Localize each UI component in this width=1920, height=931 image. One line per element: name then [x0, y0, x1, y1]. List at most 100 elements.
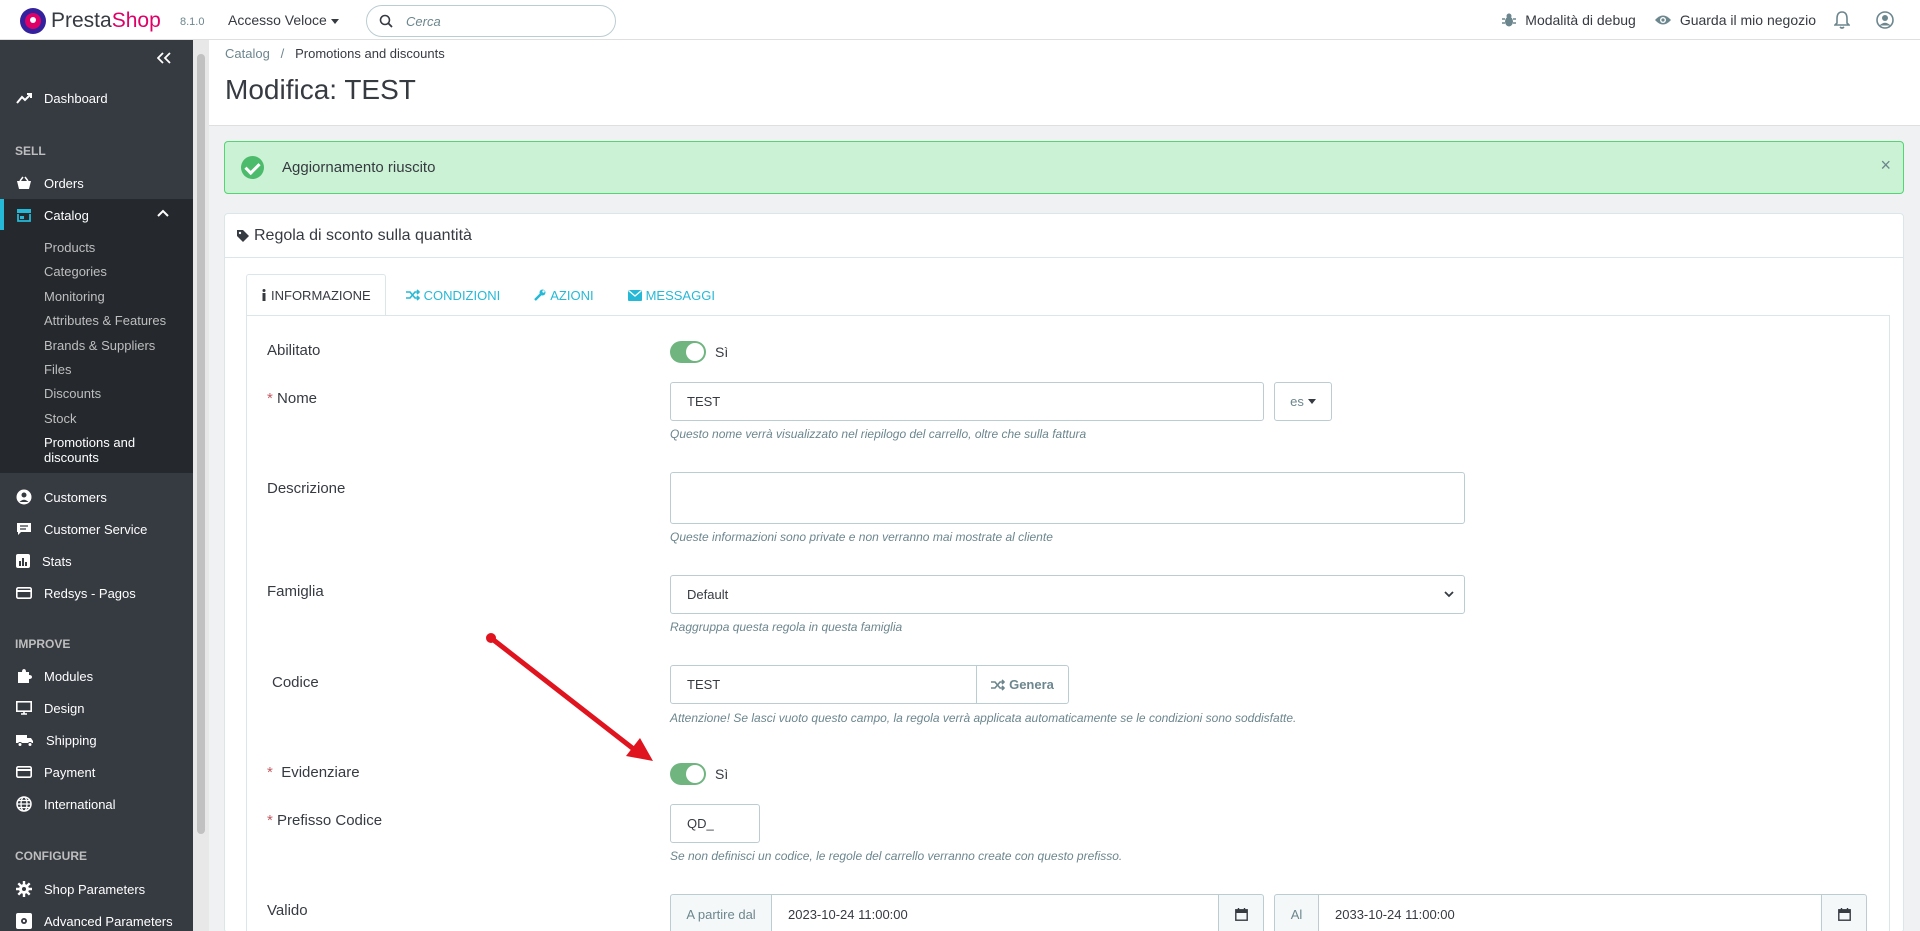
basket-icon — [17, 176, 31, 189]
calendar-icon — [1837, 907, 1851, 921]
code-help-text: Attenzione! Se lasci vuoto questo campo,… — [670, 711, 1297, 725]
user-circle-icon — [16, 489, 32, 505]
date-to-input[interactable]: 2033-10-24 11:00:00 — [1318, 894, 1822, 931]
submenu-item-files[interactable]: Files — [44, 362, 71, 377]
prestashop-logo[interactable]: PrestaShop — [20, 8, 161, 34]
scrollbar-thumb[interactable] — [197, 54, 205, 834]
caret-down-icon — [330, 18, 339, 24]
sidebar-label: Redsys - Pagos — [44, 585, 136, 601]
sidebar-item-modules[interactable]: Modules — [0, 660, 193, 692]
enabled-value: Sì — [715, 344, 729, 360]
sidebar-label: Shop Parameters — [44, 881, 146, 897]
submenu-item-monitoring[interactable]: Monitoring — [44, 289, 105, 304]
debug-mode-link[interactable]: Modalità di debug — [1501, 12, 1636, 28]
collapse-sidebar-button[interactable] — [156, 51, 171, 69]
sidebar-label: Orders — [44, 175, 84, 191]
sidebar-item-international[interactable]: International — [0, 788, 193, 820]
required-mark: * — [267, 812, 273, 829]
sidebar-scrollbar[interactable] — [193, 40, 209, 931]
chat-icon — [17, 523, 31, 535]
tab-informazione[interactable]: INFORMAZIONE — [246, 274, 386, 316]
submenu-item-promotions-discounts[interactable]: Promotions and discounts — [44, 435, 164, 465]
prefix-input[interactable]: QD_ — [670, 804, 760, 843]
to-addon: Al — [1274, 894, 1319, 931]
sidebar-item-catalog[interactable]: Catalog — [0, 199, 193, 231]
sidebar-item-orders[interactable]: Orders — [0, 167, 193, 199]
name-input-value: TEST — [687, 394, 721, 409]
submenu-item-brands-suppliers[interactable]: Brands & Suppliers — [44, 338, 155, 353]
view-shop-link[interactable]: Guarda il mio negozio — [1654, 12, 1816, 28]
submenu-item-products[interactable]: Products — [44, 240, 95, 255]
family-select[interactable]: Default — [670, 575, 1465, 614]
prestashop-logo-icon — [20, 8, 46, 34]
envelope-icon — [627, 289, 642, 301]
globe-icon — [16, 796, 32, 812]
truck-icon — [16, 734, 33, 747]
language-dropdown[interactable]: es — [1274, 382, 1332, 421]
sidebar-item-dashboard[interactable]: Dashboard — [0, 82, 193, 114]
sidebar-item-shipping[interactable]: Shipping — [0, 724, 193, 756]
sidebar-item-advanced-parameters[interactable]: Advanced Parameters — [0, 905, 193, 931]
description-textarea[interactable] — [670, 472, 1465, 524]
tab-azioni[interactable]: AZIONI — [520, 274, 607, 316]
date-from-calendar-button[interactable] — [1218, 894, 1264, 931]
sidebar-item-design[interactable]: Design — [0, 692, 193, 724]
sidebar-label: Dashboard — [44, 90, 108, 106]
store-icon — [17, 209, 31, 222]
highlight-label-text: Evidenziare — [281, 764, 360, 781]
check-circle-icon — [241, 156, 264, 179]
search-input[interactable]: Cerca — [366, 5, 616, 37]
quick-access-dropdown[interactable]: Accesso Veloce — [228, 12, 339, 28]
view-shop-label: Guarda il mio negozio — [1679, 12, 1816, 28]
tab-messaggi[interactable]: MESSAGGI — [614, 274, 729, 316]
breadcrumb-separator: / — [280, 46, 285, 61]
sidebar-item-shop-parameters[interactable]: Shop Parameters — [0, 873, 193, 905]
submenu-item-categories[interactable]: Categories — [44, 264, 107, 279]
close-alert-button[interactable]: × — [1880, 155, 1891, 176]
enabled-label: Abilitato — [267, 342, 321, 359]
bug-icon — [1502, 13, 1517, 27]
generate-code-button[interactable]: Genera — [976, 665, 1069, 704]
valid-label: Valido — [267, 902, 308, 919]
date-from-value: 2023-10-24 11:00:00 — [788, 906, 908, 922]
success-alert: Aggiornamento riuscito × — [224, 141, 1904, 194]
name-input[interactable]: TEST — [670, 382, 1264, 421]
breadcrumb-catalog-link[interactable]: Catalog — [225, 46, 270, 61]
name-help-text: Questo nome verrà visualizzato nel riepi… — [670, 427, 1087, 441]
breadcrumb-current: Promotions and discounts — [295, 46, 445, 61]
sidebar-item-customers[interactable]: Customers — [0, 481, 193, 513]
highlight-switch[interactable] — [670, 763, 706, 785]
panel-heading: Regola di sconto sulla quantità — [225, 214, 1903, 258]
eye-icon — [1654, 15, 1671, 25]
notifications-button[interactable] — [1834, 11, 1858, 29]
puzzle-icon — [18, 669, 32, 683]
submenu-item-discounts[interactable]: Discounts — [44, 386, 101, 401]
from-addon: A partire dal — [670, 894, 772, 931]
date-to-calendar-button[interactable] — [1821, 894, 1867, 931]
breadcrumb: Catalog / Promotions and discounts — [225, 46, 445, 61]
sidebar-label: Payment — [44, 764, 96, 780]
code-input[interactable]: TEST — [670, 665, 978, 704]
tab-label: INFORMAZIONE — [271, 287, 371, 303]
sidebar-item-stats[interactable]: Stats — [0, 545, 193, 577]
sidebar-label: Advanced Parameters — [44, 913, 173, 929]
submenu-item-attributes-features[interactable]: Attributes & Features — [44, 313, 166, 328]
account-button[interactable] — [1876, 11, 1902, 29]
prefix-label-text: Prefisso Codice — [277, 812, 383, 829]
description-label: Descrizione — [267, 480, 346, 497]
sidebar-item-redsys[interactable]: Redsys - Pagos — [0, 577, 193, 609]
tag-icon — [237, 229, 249, 242]
tab-condizioni[interactable]: CONDIZIONI — [392, 274, 515, 316]
payment-card-icon — [16, 766, 32, 778]
date-from-input[interactable]: 2023-10-24 11:00:00 — [771, 894, 1219, 931]
sidebar-label: Shipping — [46, 732, 97, 748]
sidebar-item-customer-service[interactable]: Customer Service — [0, 513, 193, 545]
debug-mode-label: Modalità di debug — [1525, 12, 1636, 28]
generate-label: Genera — [1009, 677, 1054, 692]
tab-bar: INFORMAZIONE CONDIZIONI AZIONI MESSAGGI — [246, 274, 735, 316]
submenu-item-stock[interactable]: Stock — [44, 411, 77, 426]
enabled-switch[interactable] — [670, 341, 706, 363]
tab-label: MESSAGGI — [645, 287, 715, 303]
settings-box-icon — [16, 913, 32, 929]
sidebar-item-payment[interactable]: Payment — [0, 756, 193, 788]
